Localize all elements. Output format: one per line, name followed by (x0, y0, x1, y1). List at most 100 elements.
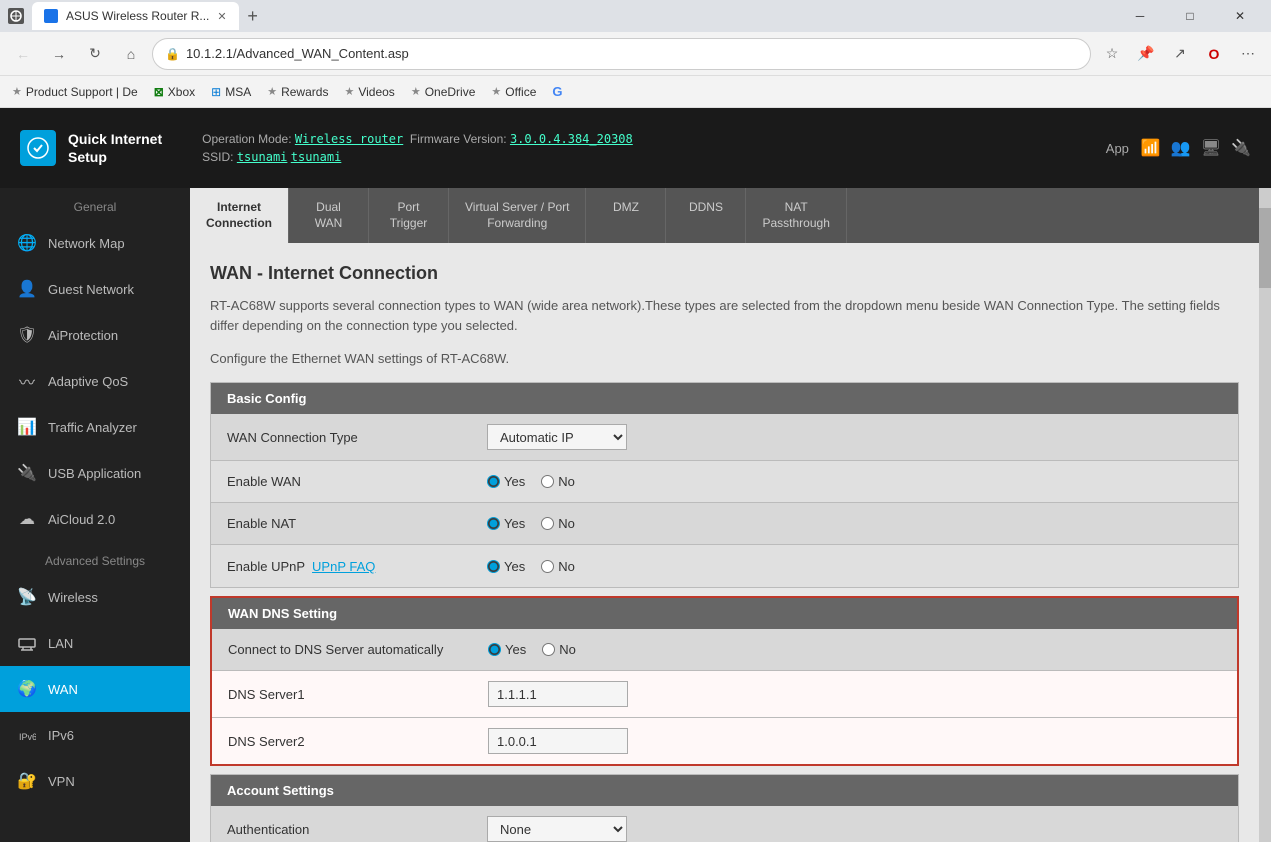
wan-connection-type-value: Automatic IP (487, 424, 1222, 450)
header-icons: 📶 👥 🖥 🔌 (1141, 138, 1251, 158)
tab-close-btn[interactable]: ✕ (217, 10, 226, 23)
bookmark-label: Office (505, 85, 536, 99)
sidebar-item-wireless[interactable]: 📡 Wireless (0, 574, 190, 620)
sidebar-item-traffic-analyzer[interactable]: 📊 Traffic Analyzer (0, 404, 190, 450)
sidebar-item-adaptive-qos[interactable]: 〰 Adaptive QoS (0, 358, 190, 404)
upnp-faq-link[interactable]: UPnP FAQ (312, 559, 375, 574)
usb-icon[interactable]: 🔌 (1231, 138, 1251, 158)
title-bar: ASUS Wireless Router R... ✕ + ─ □ ✕ (0, 0, 1271, 32)
enable-nat-no-radio[interactable] (541, 517, 554, 530)
tab-nat-passthrough[interactable]: NATPassthrough (746, 188, 846, 243)
new-tab-button[interactable]: + (239, 2, 267, 30)
forward-button[interactable]: → (44, 39, 74, 69)
dns-auto-yes-label[interactable]: Yes (488, 642, 526, 657)
authentication-select[interactable]: None (487, 816, 627, 842)
menu-button[interactable]: ⋯ (1233, 39, 1263, 69)
aicloud-icon: ☁ (16, 508, 38, 530)
dns-auto-yes-radio[interactable] (488, 643, 501, 656)
share-button[interactable]: ↗ (1165, 39, 1195, 69)
sidebar-item-wan[interactable]: 🌍 WAN (0, 666, 190, 712)
bookmark-google[interactable]: G (552, 84, 562, 99)
bookmark-office[interactable]: ★ Office (491, 85, 536, 99)
bookmark-product-support[interactable]: ★ Product Support | De (12, 85, 138, 99)
sidebar-item-lan[interactable]: LAN (0, 620, 190, 666)
dns-auto-no-radio[interactable] (542, 643, 555, 656)
guest-network-label: Guest Network (48, 282, 134, 297)
enable-upnp-label: Enable UPnP UPnP FAQ (227, 559, 487, 574)
bookmark-label: OneDrive (425, 85, 476, 99)
vpn-icon: 🔐 (16, 770, 38, 792)
refresh-button[interactable]: ↻ (80, 39, 110, 69)
dns-server1-input[interactable] (488, 681, 628, 707)
bookmark-xbox[interactable]: ⊠ Xbox (154, 85, 195, 99)
sidebar-item-aicloud[interactable]: ☁ AiCloud 2.0 (0, 496, 190, 542)
bookmark-star-icon: ★ (411, 85, 421, 98)
enable-upnp-no-label[interactable]: No (541, 559, 575, 574)
lan-label: LAN (48, 636, 73, 651)
close-button[interactable]: ✕ (1217, 0, 1263, 32)
minimize-button[interactable]: ─ (1117, 0, 1163, 32)
enable-nat-yes-radio[interactable] (487, 517, 500, 530)
tab-dual-wan[interactable]: DualWAN (289, 188, 369, 243)
enable-upnp-yes-label[interactable]: Yes (487, 559, 525, 574)
bookmark-label: Videos (358, 85, 394, 99)
router-ui: Quick Internet Setup Operation Mode: Wir… (0, 108, 1271, 842)
tab-internet-connection[interactable]: InternetConnection (190, 188, 289, 243)
sidebar-item-vpn[interactable]: 🔐 VPN (0, 758, 190, 804)
tab-ddns[interactable]: DDNS (666, 188, 746, 243)
google-icon: G (552, 84, 562, 99)
app-button[interactable]: App (1106, 141, 1129, 156)
back-button[interactable]: ← (8, 39, 38, 69)
maximize-button[interactable]: □ (1167, 0, 1213, 32)
dns-server2-label: DNS Server2 (228, 734, 488, 749)
enable-upnp-yes-radio[interactable] (487, 560, 500, 573)
authentication-label: Authentication (227, 822, 487, 837)
address-bar[interactable]: 🔒 10.1.2.1/Advanced_WAN_Content.asp (152, 38, 1091, 70)
enable-wan-yes-radio[interactable] (487, 475, 500, 488)
dns-server1-row: DNS Server1 (212, 671, 1237, 718)
enable-nat-no-label[interactable]: No (541, 516, 575, 531)
window-controls: ─ □ ✕ (1117, 0, 1263, 32)
tab-port-trigger[interactable]: PortTrigger (369, 188, 449, 243)
users-icon[interactable]: 👥 (1171, 138, 1191, 158)
sidebar-item-aiprotection[interactable]: 🛡 AiProtection (0, 312, 190, 358)
enable-wan-no-label[interactable]: No (541, 474, 575, 489)
bookmark-label: Product Support | De (26, 85, 138, 99)
bookmark-label: MSA (225, 85, 251, 99)
dns-server2-input[interactable] (488, 728, 628, 754)
enable-upnp-no-radio[interactable] (541, 560, 554, 573)
tab-dmz[interactable]: DMZ (586, 188, 666, 243)
home-button[interactable]: ⌂ (116, 39, 146, 69)
dns-auto-no-label[interactable]: No (542, 642, 576, 657)
collections-button[interactable]: 📌 (1131, 39, 1161, 69)
sidebar-item-usb-application[interactable]: 🔌 USB Application (0, 450, 190, 496)
enable-wan-yes-label[interactable]: Yes (487, 474, 525, 489)
scrollbar-thumb[interactable] (1259, 208, 1271, 288)
ipv6-icon: IPv6 (16, 724, 38, 746)
adaptive-qos-icon: 〰 (16, 370, 38, 392)
enable-nat-yes-label[interactable]: Yes (487, 516, 525, 531)
star-button[interactable]: ☆ (1097, 39, 1127, 69)
enable-wan-radio-group: Yes No (487, 474, 575, 489)
active-tab[interactable]: ASUS Wireless Router R... ✕ (32, 2, 239, 30)
sidebar-item-ipv6[interactable]: IPv6 IPv6 (0, 712, 190, 758)
sidebar-item-network-map[interactable]: 🌐 Network Map (0, 220, 190, 266)
signal-icon[interactable]: 📶 (1141, 138, 1161, 158)
bookmark-rewards[interactable]: ★ Rewards (267, 85, 328, 99)
router-header-center: Operation Mode: Wireless router Firmware… (182, 132, 1086, 164)
bookmark-onedrive[interactable]: ★ OneDrive (411, 85, 476, 99)
browser-tab-bar: ASUS Wireless Router R... ✕ + (32, 2, 1109, 30)
opera-icon[interactable]: O (1199, 39, 1229, 69)
enable-upnp-value: Yes No (487, 559, 1222, 574)
title-bar-left (8, 8, 24, 24)
tab-virtual-server[interactable]: Virtual Server / PortForwarding (449, 188, 586, 243)
wan-connection-type-select[interactable]: Automatic IP (487, 424, 627, 450)
bookmark-msa[interactable]: ⊞ MSA (211, 85, 251, 99)
screen-icon[interactable]: 🖥 (1201, 138, 1221, 158)
wan-dns-section: WAN DNS Setting Connect to DNS Server au… (210, 596, 1239, 766)
bookmark-videos[interactable]: ★ Videos (344, 85, 394, 99)
page-scrollbar[interactable] (1259, 188, 1271, 842)
sidebar-item-guest-network[interactable]: 👤 Guest Network (0, 266, 190, 312)
enable-wan-no-radio[interactable] (541, 475, 554, 488)
quick-setup-label[interactable]: Quick Internet Setup (68, 130, 162, 166)
